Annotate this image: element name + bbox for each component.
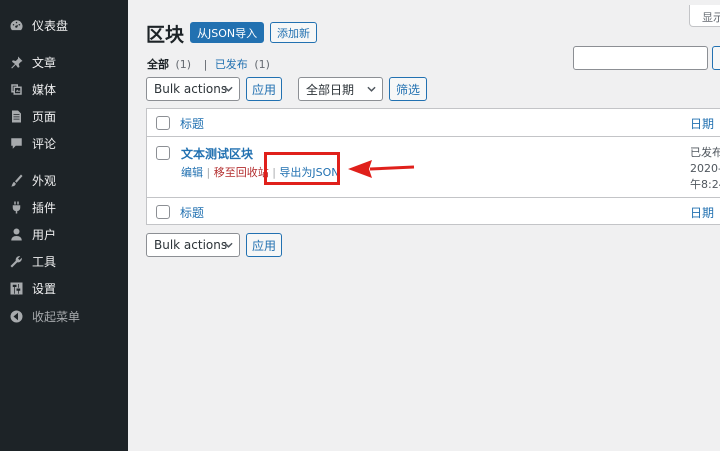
sidebar-item-comments[interactable]: 评论 <box>0 130 128 157</box>
sidebar-item-media[interactable]: 媒体 <box>0 76 128 103</box>
sidebar-item-label: 媒体 <box>32 83 57 97</box>
admin-sidebar: 仪表盘 文章 媒体 页面 评论 外观 插件 用户 工具 设置 收起菜单 <box>0 0 128 451</box>
filter-published-count: (1) <box>254 58 270 71</box>
sidebar-item-pages[interactable]: 页面 <box>0 103 128 130</box>
date-line1: 2020-1 <box>690 162 720 175</box>
table-row: 文本测试区块 编辑 | 移至回收站 | 导出为JSON 已发布 2020-1 午… <box>147 137 720 197</box>
column-title-footer[interactable]: 标题 <box>180 204 204 221</box>
sidebar-item-posts[interactable]: 文章 <box>0 49 128 76</box>
row-checkbox[interactable] <box>156 146 170 160</box>
table-header: 标题 日期 <box>147 109 720 137</box>
bulk-actions-value: Bulk actions <box>154 238 228 252</box>
page-icon <box>8 109 24 125</box>
main-content: 显示 区块 从JSON导入 添加新 全部 (1) | 已发布 (1) Bulk … <box>128 0 720 451</box>
sidebar-item-label: 文章 <box>32 56 57 70</box>
page-title: 区块 <box>146 24 185 46</box>
sidebar-item-label: 收起菜单 <box>32 310 81 324</box>
dashboard-icon <box>8 18 24 34</box>
sidebar-item-label: 用户 <box>32 228 57 242</box>
sidebar-item-label: 外观 <box>32 174 57 188</box>
settings-icon <box>8 281 24 297</box>
add-new-button[interactable]: 添加新 <box>270 22 317 43</box>
filter-published-link[interactable]: 已发布 <box>215 58 248 71</box>
bulk-actions-value: Bulk actions <box>154 82 228 96</box>
collapse-icon <box>8 309 24 325</box>
filter-all-count: (1) <box>175 58 192 71</box>
screen-options-tab[interactable]: 显示 <box>689 5 720 27</box>
trash-link[interactable]: 移至回收站 <box>214 166 269 179</box>
sidebar-item-label: 工具 <box>32 255 57 269</box>
sidebar-item-label: 设置 <box>32 282 57 296</box>
select-all-checkbox[interactable] <box>156 116 170 130</box>
column-date-header[interactable]: 日期 <box>690 115 714 132</box>
sidebar-item-label: 页面 <box>32 110 57 124</box>
chevron-down-icon <box>367 86 376 94</box>
select-all-checkbox-bottom[interactable] <box>156 205 170 219</box>
user-icon <box>8 227 24 243</box>
chevron-down-icon <box>224 86 233 94</box>
bulk-actions-select-bottom[interactable]: Bulk actions <box>146 233 240 257</box>
column-date-footer[interactable]: 日期 <box>690 204 714 221</box>
sidebar-item-plugins[interactable]: 插件 <box>0 194 128 221</box>
edit-link[interactable]: 编辑 <box>181 166 203 179</box>
sidebar-item-dashboard[interactable]: 仪表盘 <box>0 12 128 39</box>
status-filter-links: 全部 (1) | 已发布 (1) <box>147 56 270 72</box>
sidebar-item-label: 评论 <box>32 137 57 151</box>
sidebar-collapse-menu[interactable]: 收起菜单 <box>0 303 128 330</box>
plugin-icon <box>8 200 24 216</box>
sidebar-item-label: 插件 <box>32 201 57 215</box>
pin-icon <box>8 55 24 71</box>
search-input[interactable] <box>573 46 708 70</box>
row-title-link[interactable]: 文本测试区块 <box>181 145 253 162</box>
sidebar-item-label: 仪表盘 <box>32 19 69 33</box>
apply-button-top[interactable]: 应用 <box>246 77 282 101</box>
sidebar-item-tools[interactable]: 工具 <box>0 248 128 275</box>
wrench-icon <box>8 254 24 270</box>
comment-icon <box>8 136 24 152</box>
column-title-header[interactable]: 标题 <box>180 115 204 132</box>
sidebar-item-settings[interactable]: 设置 <box>0 275 128 302</box>
brush-icon <box>8 173 24 189</box>
bulk-actions-select-top[interactable]: Bulk actions <box>146 77 240 101</box>
search-button[interactable] <box>712 46 720 70</box>
filter-all-link[interactable]: 全部 <box>147 58 169 71</box>
date-filter-select[interactable]: 全部日期 <box>298 77 383 101</box>
date-filter-value: 全部日期 <box>306 82 355 97</box>
annotation-arrow-icon <box>348 160 415 178</box>
sidebar-item-appearance[interactable]: 外观 <box>0 167 128 194</box>
apply-button-bottom[interactable]: 应用 <box>246 233 282 257</box>
chevron-down-icon <box>224 242 233 250</box>
import-json-button[interactable]: 从JSON导入 <box>190 22 265 43</box>
filter-separator: | <box>203 58 208 71</box>
row-date: 已发布 2020-1 午8:24 <box>690 145 720 193</box>
posts-table: 标题 日期 文本测试区块 编辑 | 移至回收站 | 导出为JSON 已发布 20… <box>146 108 720 225</box>
filter-button[interactable]: 筛选 <box>389 77 427 101</box>
date-line2: 午8:24 <box>690 178 720 191</box>
media-icon <box>8 82 24 98</box>
table-footer: 标题 日期 <box>147 197 720 225</box>
annotation-highlight-box <box>264 152 340 185</box>
sidebar-item-users[interactable]: 用户 <box>0 221 128 248</box>
date-status: 已发布 <box>690 146 720 159</box>
action-separator: | <box>206 166 214 179</box>
